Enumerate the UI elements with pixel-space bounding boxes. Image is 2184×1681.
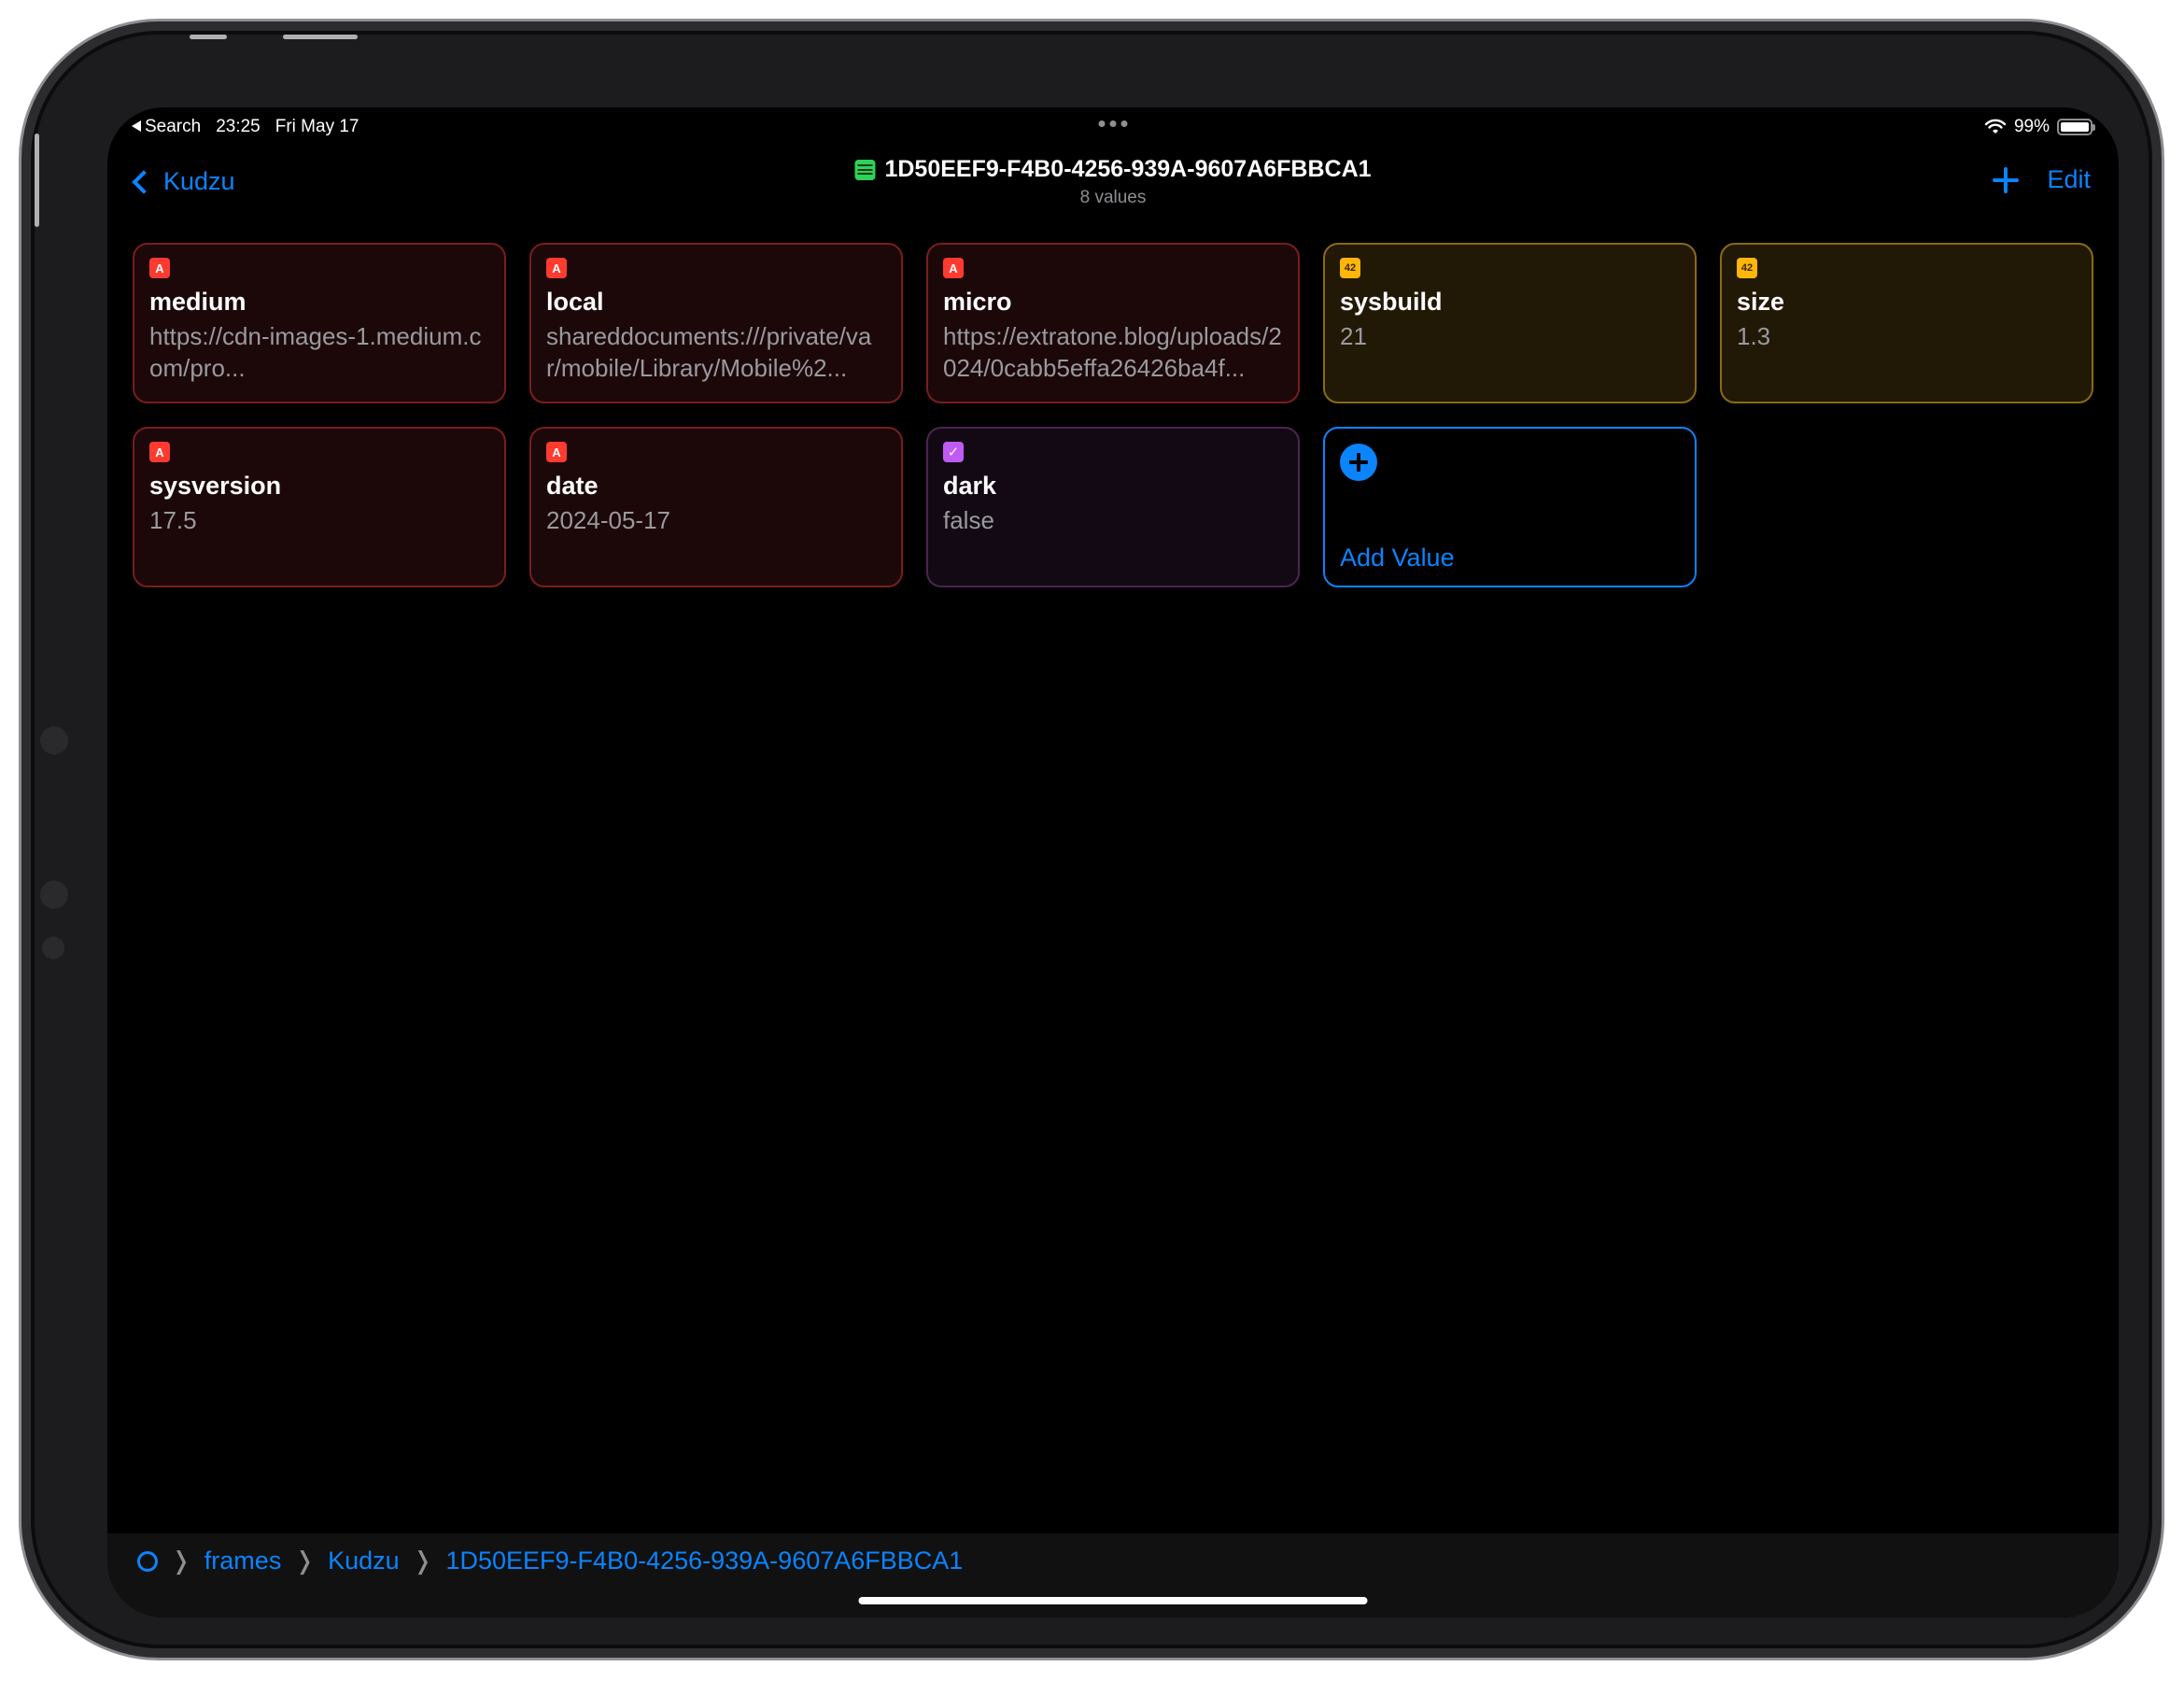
value-card-date[interactable]: A date 2024-05-17: [529, 427, 903, 587]
page-subtitle: 8 values: [1079, 188, 1147, 207]
chevron-left-icon: [132, 169, 156, 194]
value-key: date: [546, 472, 599, 500]
value-card-dark[interactable]: ✓ dark false: [926, 427, 1300, 587]
multitasking-dots-icon[interactable]: [1098, 120, 1128, 127]
text-type-icon: A: [546, 258, 567, 278]
breadcrumb: ❭ frames ❭ Kudzu ❭ 1D50EEF9-F4B0-4256-93…: [137, 1547, 963, 1575]
value-content: 21: [1340, 322, 1367, 350]
side-sensor: [42, 937, 64, 959]
page-title: 1D50EEF9-F4B0-4256-939A-9607A6FBBCA1: [884, 156, 1372, 182]
breadcrumb-kudzu[interactable]: Kudzu: [328, 1547, 400, 1575]
back-app-label: Search: [145, 117, 202, 136]
value-content: shareddocuments:///private/var/mobile/Li…: [546, 322, 872, 382]
value-content: false: [943, 506, 994, 534]
side-sensor: [40, 881, 68, 909]
value-card-local[interactable]: A local shareddocuments:///private/var/m…: [529, 243, 903, 403]
side-sensor: [40, 727, 68, 755]
values-grid: A medium https://cdn-images-1.medium.com…: [133, 243, 2098, 587]
text-type-icon: A: [943, 258, 964, 278]
value-card-size[interactable]: 42 size 1.3: [1720, 243, 2093, 403]
wifi-icon: [1984, 119, 2007, 134]
screen: Search 23:25 Fri May 17 99% Kudzu 1D50EE…: [107, 107, 2119, 1617]
text-type-icon: A: [546, 442, 567, 462]
value-key: dark: [943, 472, 997, 500]
status-right: 99%: [1984, 117, 2095, 137]
add-value-card[interactable]: Add Value: [1323, 427, 1697, 587]
volume-button: [283, 35, 358, 39]
breadcrumb-current[interactable]: 1D50EEF9-F4B0-4256-939A-9607A6FBBCA1: [445, 1547, 963, 1575]
value-key: sysbuild: [1340, 288, 1443, 316]
text-type-icon: A: [149, 258, 170, 278]
back-button[interactable]: Kudzu: [128, 167, 235, 196]
value-card-sysbuild[interactable]: 42 sysbuild 21: [1323, 243, 1697, 403]
value-key: local: [546, 288, 604, 316]
home-indicator[interactable]: [858, 1597, 1368, 1604]
back-triangle-icon: [132, 120, 141, 132]
back-to-app[interactable]: Search: [132, 117, 201, 137]
chevron-right-icon: ❭: [171, 1547, 191, 1575]
navigation-bar: Kudzu 1D50EEF9-F4B0-4256-939A-9607A6FBBC…: [107, 147, 2119, 236]
ipad-frame: Search 23:25 Fri May 17 99% Kudzu 1D50EE…: [19, 19, 2164, 1660]
status-bar: Search 23:25 Fri May 17 99%: [107, 107, 2119, 147]
value-content: https://cdn-images-1.medium.com/pro...: [149, 322, 482, 382]
battery-percent: 99%: [2013, 117, 2050, 136]
text-type-icon: A: [149, 442, 170, 462]
status-time: 23:25: [216, 117, 261, 136]
edit-button[interactable]: Edit: [2047, 165, 2091, 194]
value-content: 2024-05-17: [546, 506, 670, 534]
status-date: Fri May 17: [275, 117, 359, 136]
value-card-medium[interactable]: A medium https://cdn-images-1.medium.com…: [133, 243, 506, 403]
breadcrumb-frames[interactable]: frames: [204, 1547, 282, 1575]
breadcrumb-bar: ❭ frames ❭ Kudzu ❭ 1D50EEF9-F4B0-4256-93…: [107, 1533, 2119, 1617]
plus-circle-icon: [1340, 444, 1377, 481]
chevron-right-icon: ❭: [294, 1547, 316, 1575]
status-left: Search 23:25 Fri May 17: [132, 117, 359, 137]
battery-icon: [2057, 119, 2095, 135]
value-card-micro[interactable]: A micro https://extratone.blog/uploads/2…: [926, 243, 1300, 403]
table-icon: [854, 159, 876, 180]
number-type-icon: 42: [1340, 258, 1360, 278]
back-button-label: Kudzu: [163, 167, 235, 195]
root-circle-icon[interactable]: [137, 1550, 158, 1572]
value-key: size: [1737, 288, 1785, 316]
boolean-type-icon: ✓: [943, 442, 964, 462]
number-type-icon: 42: [1737, 258, 1757, 278]
value-content: 1.3: [1737, 322, 1771, 350]
value-key: micro: [943, 288, 1012, 316]
top-button: [190, 35, 227, 39]
side-button: [35, 134, 39, 227]
nav-actions: Edit: [1993, 165, 2091, 194]
add-value-label: Add Value: [1340, 544, 1455, 572]
chevron-right-icon: ❭: [412, 1547, 433, 1575]
value-key: medium: [149, 288, 247, 316]
add-icon[interactable]: [1993, 166, 2020, 193]
nav-title-block: 1D50EEF9-F4B0-4256-939A-9607A6FBBCA1 8 v…: [854, 156, 1372, 208]
value-card-sysversion[interactable]: A sysversion 17.5: [133, 427, 506, 587]
value-content: 17.5: [149, 506, 197, 534]
value-content: https://extratone.blog/uploads/2024/0cab…: [943, 322, 1282, 382]
value-key: sysversion: [149, 472, 282, 500]
